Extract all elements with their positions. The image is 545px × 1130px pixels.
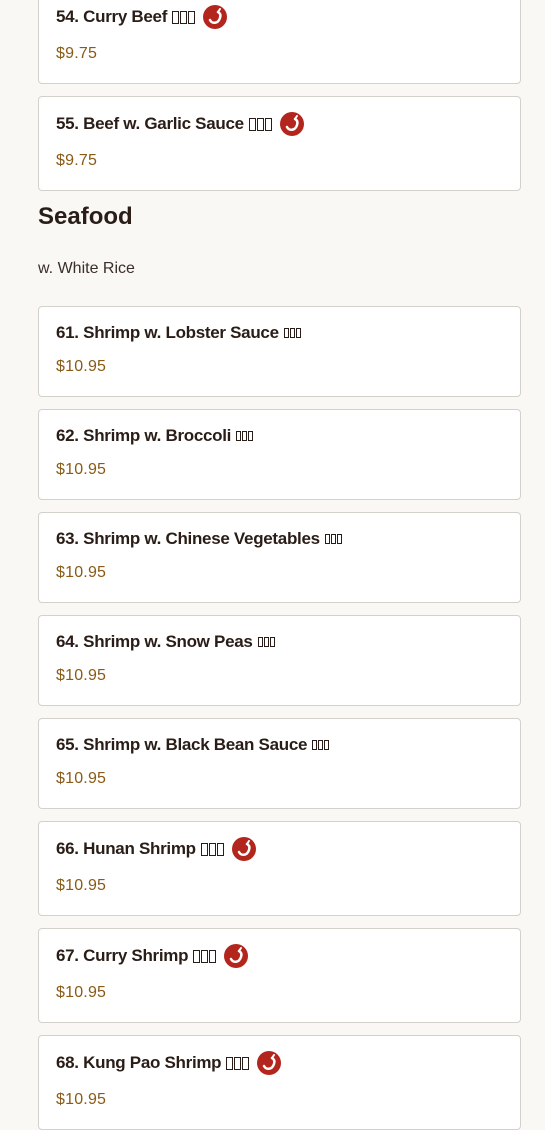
menu-item-name: 54. Curry Beef <box>56 7 168 26</box>
menu-item-title-row: 67. Curry Shrimp <box>56 944 249 968</box>
menu-item-price: $10.95 <box>56 1091 107 1108</box>
menu-item-name: 61. Shrimp w. Lobster Sauce <box>56 323 279 342</box>
chili-pepper-icon <box>279 112 304 136</box>
menu-item-name: 66. Hunan Shrimp <box>56 839 196 858</box>
menu-item-name: 63. Shrimp w. Chinese Vegetables <box>56 529 320 548</box>
menu-item-card[interactable]: 55. Beef w. Garlic Sauce $9.75 <box>38 96 521 191</box>
menu-item-title-row: 66. Hunan Shrimp <box>56 837 256 861</box>
chinese-name-glyphs <box>236 431 254 441</box>
chili-pepper-icon <box>257 1051 282 1075</box>
menu-item-name: 55. Beef w. Garlic Sauce <box>56 114 244 133</box>
menu-item-price: $10.95 <box>56 877 107 894</box>
chinese-name-glyphs <box>257 637 275 647</box>
menu-item-price: $10.95 <box>56 984 107 1001</box>
menu-item-name: 65. Shrimp w. Black Bean Sauce <box>56 735 308 754</box>
menu-item-title-row: 64. Shrimp w. Snow Peas <box>56 632 275 652</box>
menu-item-price: $9.75 <box>56 45 98 62</box>
menu-item-name: 64. Shrimp w. Snow Peas <box>56 632 253 651</box>
chili-pepper-icon <box>224 944 249 968</box>
menu-item-price: $10.95 <box>56 358 107 375</box>
menu-item-title-row: 63. Shrimp w. Chinese Vegetables <box>56 529 342 549</box>
chinese-name-glyphs <box>172 10 196 24</box>
menu-item-card[interactable]: 54. Curry Beef $9.75 <box>38 0 521 84</box>
menu-item-title-row: 65. Shrimp w. Black Bean Sauce <box>56 735 330 755</box>
menu-item-card[interactable]: 67. Curry Shrimp $10.95 <box>38 928 521 1023</box>
chili-pepper-icon <box>203 5 228 29</box>
section-subtitle: w. White Rice <box>38 260 135 277</box>
menu-item-card[interactable]: 66. Hunan Shrimp $10.95 <box>38 821 521 916</box>
menu-item-title-row: 62. Shrimp w. Broccoli <box>56 426 254 446</box>
menu-item-name: 68. Kung Pao Shrimp <box>56 1053 222 1072</box>
menu-item-price: $10.95 <box>56 667 107 684</box>
menu-item-title-row: 54. Curry Beef <box>56 5 228 29</box>
chili-pepper-icon <box>231 837 256 861</box>
menu-item-price: $10.95 <box>56 564 107 581</box>
menu-item-price: $10.95 <box>56 770 107 787</box>
chinese-name-glyphs <box>193 949 217 963</box>
menu-item-title-row: 68. Kung Pao Shrimp <box>56 1051 282 1075</box>
menu-item-price: $10.95 <box>56 461 107 478</box>
chinese-name-glyphs <box>248 117 272 131</box>
section-title: Seafood <box>38 203 133 230</box>
menu-item-name: 62. Shrimp w. Broccoli <box>56 426 232 445</box>
chinese-name-glyphs <box>226 1056 250 1070</box>
menu-item-card[interactable]: 63. Shrimp w. Chinese Vegetables $10.95 <box>38 512 521 603</box>
menu-item-card[interactable]: 65. Shrimp w. Black Bean Sauce $10.95 <box>38 718 521 809</box>
menu-item-price: $9.75 <box>56 152 98 169</box>
chinese-name-glyphs <box>283 328 301 338</box>
menu-item-name: 67. Curry Shrimp <box>56 946 189 965</box>
menu-item-card[interactable]: 64. Shrimp w. Snow Peas $10.95 <box>38 615 521 706</box>
menu-item-card[interactable]: 61. Shrimp w. Lobster Sauce $10.95 <box>38 306 521 397</box>
chinese-name-glyphs <box>324 534 342 544</box>
menu-item-title-row: 61. Shrimp w. Lobster Sauce <box>56 323 301 343</box>
menu-item-title-row: 55. Beef w. Garlic Sauce <box>56 112 304 136</box>
menu-item-card[interactable]: 68. Kung Pao Shrimp $10.95 <box>38 1035 521 1130</box>
chinese-name-glyphs <box>200 842 224 856</box>
chinese-name-glyphs <box>312 740 330 750</box>
menu-item-card[interactable]: 62. Shrimp w. Broccoli $10.95 <box>38 409 521 500</box>
